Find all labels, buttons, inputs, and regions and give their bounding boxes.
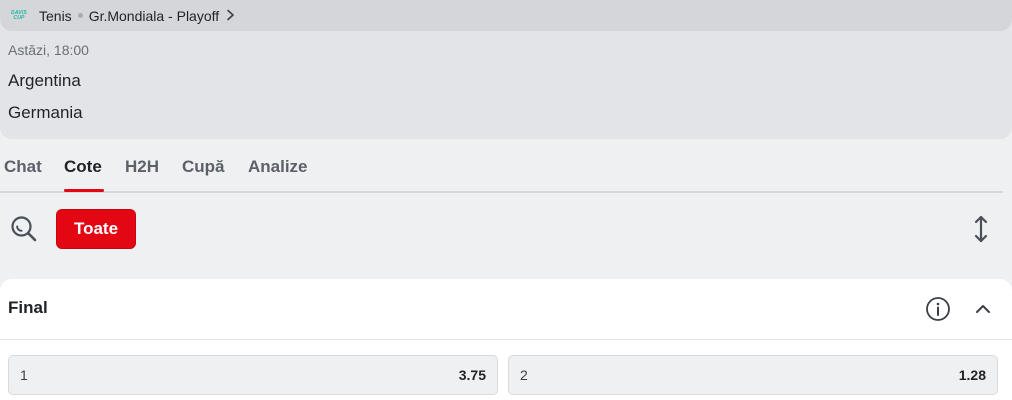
market-header[interactable]: Final bbox=[0, 279, 1012, 340]
breadcrumb-separator bbox=[77, 13, 83, 18]
odd-label: 2 bbox=[520, 367, 528, 383]
tab-bar: Chat Cote H2H Cupă Analize bbox=[0, 139, 1003, 193]
odd-button-2[interactable]: 2 1.28 bbox=[508, 355, 998, 395]
event-header: DAVIS CUP Tenis Gr.Mondiala - Playoff As… bbox=[0, 0, 1012, 139]
tab-h2h[interactable]: H2H bbox=[125, 157, 159, 177]
chevron-up-icon[interactable] bbox=[972, 298, 994, 320]
tab-cupa[interactable]: Cupă bbox=[182, 157, 225, 177]
market-title: Final bbox=[8, 298, 48, 317]
odd-label: 1 bbox=[20, 367, 28, 383]
tab-chat[interactable]: Chat bbox=[4, 157, 42, 177]
away-team: Germania bbox=[8, 103, 83, 122]
breadcrumb-competition[interactable]: Gr.Mondiala - Playoff bbox=[89, 8, 219, 24]
davis-cup-logo: DAVIS CUP bbox=[11, 9, 27, 21]
odd-value: 1.28 bbox=[958, 367, 986, 383]
odd-value: 3.75 bbox=[458, 367, 486, 383]
tab-cote[interactable]: Cote bbox=[64, 157, 102, 177]
active-tab-indicator bbox=[64, 189, 104, 192]
filter-all-button[interactable]: Toate bbox=[56, 209, 136, 249]
expand-collapse-icon[interactable] bbox=[968, 214, 994, 244]
match-page: DAVIS CUP Tenis Gr.Mondiala - Playoff As… bbox=[0, 0, 1012, 400]
search-icon[interactable] bbox=[9, 214, 39, 244]
odd-button-1[interactable]: 1 3.75 bbox=[8, 355, 498, 395]
home-team: Argentina bbox=[8, 71, 81, 90]
market-final: Final 1 3.75 2 1.28 bbox=[0, 279, 1012, 400]
breadcrumb-sport[interactable]: Tenis bbox=[39, 8, 72, 24]
tab-analize[interactable]: Analize bbox=[248, 157, 308, 177]
breadcrumb[interactable]: DAVIS CUP Tenis Gr.Mondiala - Playoff bbox=[0, 0, 1012, 31]
info-icon[interactable] bbox=[925, 296, 951, 322]
chevron-right-icon bbox=[226, 8, 235, 24]
match-time: Astăzi, 18:00 bbox=[8, 42, 89, 58]
